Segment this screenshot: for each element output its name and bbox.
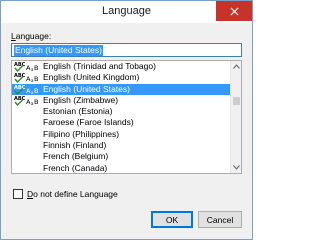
language-list-item[interactable]: ABC Aa B English (United States) [12, 83, 230, 95]
language-label-text: anguage: [15, 31, 52, 41]
icon-slot: ABC Aa B [14, 72, 43, 84]
language-list-item[interactable]: ABC Aa B English (United Kingdom) [12, 72, 230, 84]
language-list-item[interactable]: French (Belgium) [12, 151, 230, 162]
icon-slot [14, 140, 43, 151]
language-list-item[interactable]: Estonian (Estonia) [12, 106, 230, 117]
language-list-item-label: French (Canada) [43, 162, 108, 173]
do-not-define-language-label[interactable]: Do not define Language [27, 189, 118, 199]
svg-text:B: B [34, 75, 38, 83]
language-list-item[interactable]: ABC Aa B English (Trinidad and Tobago) [12, 61, 230, 73]
scroll-thumb[interactable] [233, 96, 240, 105]
language-label: Language: [11, 31, 51, 41]
svg-text:B: B [34, 64, 38, 72]
title-bar: Language [1, 1, 252, 23]
icon-slot [14, 163, 43, 173]
close-button[interactable] [216, 1, 252, 21]
language-list-item-label: English (United States) [43, 83, 130, 94]
spellcheck-abc-icon: ABC Aa B [14, 96, 38, 107]
scroll-up-button[interactable] [231, 61, 241, 72]
language-list-item-label: Faroese (Faroe Islands) [43, 117, 134, 128]
ok-button[interactable]: OK [151, 211, 193, 228]
cancel-button[interactable]: Cancel [198, 211, 242, 228]
language-list-item[interactable]: Finnish (Finland) [12, 140, 230, 151]
scroll-down-button[interactable] [231, 162, 241, 173]
do-not-define-language-row[interactable]: Do not define Language [13, 189, 118, 199]
icon-slot [14, 129, 43, 140]
close-icon [229, 6, 239, 16]
icon-slot [14, 118, 43, 129]
language-list-item[interactable]: French (Canada) [12, 162, 230, 173]
scroll-up-arrow-icon [233, 64, 240, 69]
icon-slot: ABC Aa B [14, 95, 43, 107]
spellcheck-abc-icon: ABC Aa B [14, 73, 38, 84]
svg-text:ABC: ABC [14, 96, 26, 102]
language-list: ABC Aa B English (Trinidad and Tobago) ABC Aa… [12, 61, 230, 173]
language-list-item-label: Finnish (Finland) [43, 140, 107, 151]
language-list-item[interactable]: Faroese (Faroe Islands) [12, 117, 230, 128]
scroll-down-arrow-icon [233, 165, 240, 170]
language-list-item[interactable]: Filipino (Philippines) [12, 129, 230, 140]
spellcheck-abc-icon: ABC Aa B [14, 85, 38, 95]
dialog-title: Language [102, 5, 151, 17]
svg-text:ABC: ABC [14, 85, 26, 91]
language-dialog: Language Language: English (United State… [0, 0, 253, 240]
svg-text:B: B [34, 98, 38, 106]
listbox-scrollbar[interactable] [230, 61, 241, 173]
language-list-item-label: Estonian (Estonia) [43, 106, 113, 117]
language-input[interactable]: English (United States) [11, 43, 242, 57]
language-input-value: English (United States) [14, 45, 103, 56]
icon-slot [14, 152, 43, 163]
language-list-item-label: English (Zimbabwe) [43, 94, 119, 105]
do-not-define-language-checkbox[interactable] [13, 189, 23, 199]
svg-text:ABC: ABC [14, 73, 26, 79]
language-list-item[interactable]: ABC Aa B English (Zimbabwe) [12, 94, 230, 107]
svg-text:B: B [34, 87, 38, 95]
icon-slot: ABC Aa B [14, 84, 43, 95]
spellcheck-abc-icon: ABC Aa B [14, 62, 38, 73]
language-list-item-label: English (Trinidad and Tobago) [43, 61, 156, 71]
language-list-item-label: Filipino (Philippines) [43, 128, 120, 139]
checkbox-label-text: o not define Language [33, 189, 118, 199]
language-list-item-label: French (Belgium) [43, 151, 109, 162]
icon-slot [14, 106, 43, 117]
language-list-item-label: English (United Kingdom) [43, 72, 140, 83]
language-listbox[interactable]: ABC Aa B English (Trinidad and Tobago) ABC Aa… [11, 60, 242, 174]
icon-slot: ABC Aa B [14, 61, 43, 73]
svg-text:ABC: ABC [14, 62, 26, 68]
